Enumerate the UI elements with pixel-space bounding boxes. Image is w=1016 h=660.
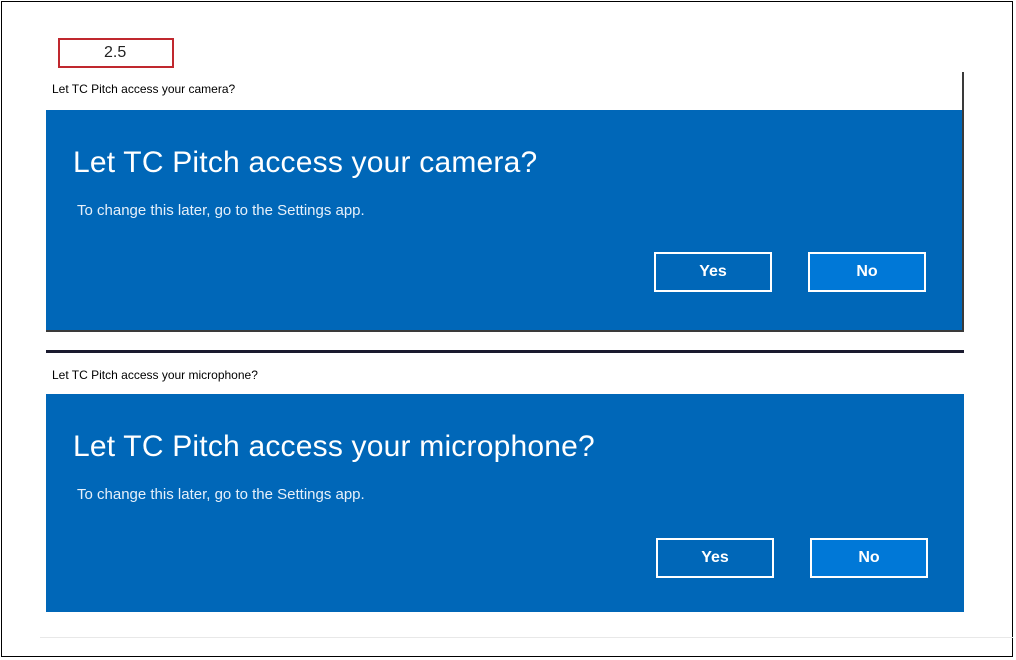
divider (40, 637, 1013, 638)
camera-dialog-heading: Let TC Pitch access your camera? (73, 146, 538, 179)
microphone-dialog-heading: Let TC Pitch access your microphone? (73, 430, 595, 463)
microphone-dialog-subtext: To change this later, go to the Settings… (77, 486, 365, 503)
microphone-yes-button[interactable]: Yes (656, 538, 774, 578)
camera-permission-dialog: Let TC Pitch access your camera? Let TC … (46, 72, 964, 332)
camera-dialog-titlebar: Let TC Pitch access your camera? (46, 72, 962, 106)
microphone-no-button[interactable]: No (810, 538, 928, 578)
step-badge: 2.5 (58, 38, 174, 68)
microphone-dialog-titlebar: Let TC Pitch access your microphone? (46, 353, 964, 393)
microphone-permission-dialog: Let TC Pitch access your microphone? Let… (46, 350, 964, 612)
camera-yes-button[interactable]: Yes (654, 252, 772, 292)
camera-dialog-body: Let TC Pitch access your camera? To chan… (46, 110, 962, 330)
camera-no-button[interactable]: No (808, 252, 926, 292)
camera-dialog-subtext: To change this later, go to the Settings… (77, 202, 365, 219)
microphone-dialog-body: Let TC Pitch access your microphone? To … (46, 394, 964, 612)
